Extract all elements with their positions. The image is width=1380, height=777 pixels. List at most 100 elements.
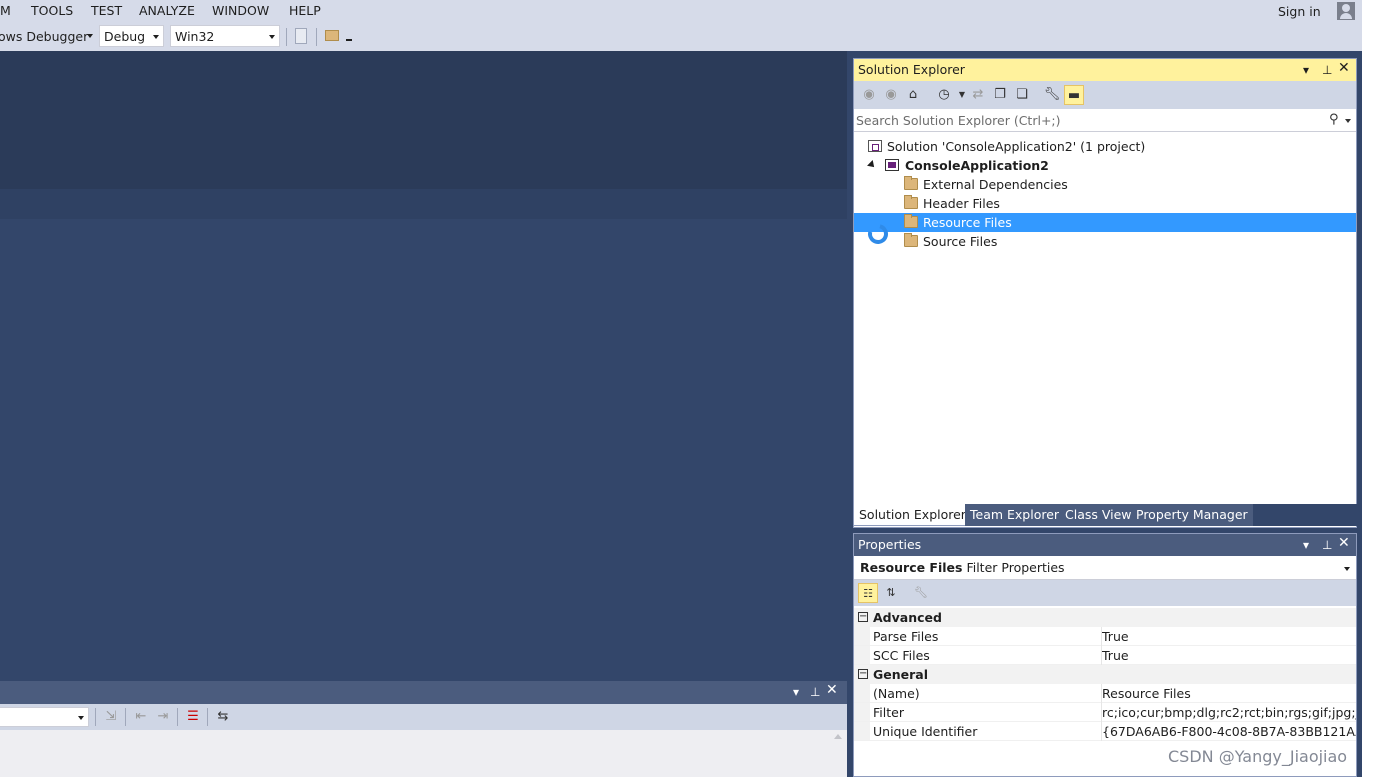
- alphabetical-sort-icon[interactable]: ⇅: [881, 583, 901, 603]
- property-row-parse-files[interactable]: Parse Files True: [854, 627, 1356, 646]
- solution-explorer-title-bar[interactable]: Solution Explorer ▾ ⊥ ✕: [854, 59, 1356, 81]
- category-advanced[interactable]: − Advanced: [854, 608, 1356, 627]
- toolbar-separator: [125, 708, 126, 726]
- toggle-word-wrap-icon[interactable]: ⇆: [213, 707, 233, 727]
- clear-all-icon[interactable]: ☰: [183, 707, 203, 727]
- chevron-down-icon[interactable]: [1345, 119, 1351, 123]
- output-source-combo[interactable]: [0, 707, 89, 727]
- toolbar-separator: [177, 708, 178, 726]
- window-border: [1362, 0, 1380, 777]
- chevron-down-icon[interactable]: [1344, 567, 1350, 571]
- pin-icon[interactable]: ⊥: [1322, 538, 1332, 552]
- properties-object-type: Filter Properties: [966, 560, 1065, 575]
- find-in-files-icon[interactable]: [325, 30, 339, 41]
- properties-object-selector[interactable]: Resource Files Filter Properties: [854, 556, 1356, 580]
- scroll-up-icon[interactable]: [834, 734, 842, 739]
- solution-explorer-search-box[interactable]: ⚲: [854, 109, 1356, 132]
- tab-team-explorer[interactable]: Team Explorer: [965, 504, 1065, 526]
- debugger-dropdown-icon[interactable]: [87, 34, 93, 38]
- property-value[interactable]: {67DA6AB6-F800-4c08-8B7A-83BB121AAD01}: [1101, 722, 1356, 741]
- next-message-icon[interactable]: ⇥: [153, 707, 173, 727]
- row-gutter: [854, 646, 870, 664]
- forward-icon[interactable]: ◉: [881, 85, 901, 105]
- categorized-icon[interactable]: ☷: [858, 583, 878, 603]
- close-icon[interactable]: ✕: [1338, 536, 1350, 550]
- expanded-arrow-icon[interactable]: [867, 160, 877, 170]
- property-value[interactable]: True: [1101, 627, 1356, 646]
- solution-config-combo[interactable]: Debug: [99, 25, 164, 47]
- properties-wrench-icon[interactable]: 🔧︎: [1042, 85, 1062, 105]
- window-position-dropdown-icon[interactable]: ▾: [1303, 538, 1309, 552]
- category-label: Advanced: [873, 610, 942, 625]
- tree-item-solution[interactable]: Solution 'ConsoleApplication2' (1 projec…: [854, 137, 1356, 156]
- collapse-all-icon[interactable]: ❐: [990, 85, 1010, 105]
- window-position-dropdown-icon[interactable]: ▾: [1303, 63, 1309, 77]
- property-row-name[interactable]: (Name) Resource Files: [854, 684, 1356, 703]
- preview-selected-items-icon[interactable]: ▬: [1064, 85, 1084, 105]
- sync-icon[interactable]: ⇄: [968, 85, 988, 105]
- pending-changes-filter-icon[interactable]: ◷: [934, 85, 954, 105]
- pin-icon[interactable]: ⊥: [1322, 63, 1332, 77]
- properties-title-bar[interactable]: Properties ▾ ⊥ ✕: [854, 534, 1356, 556]
- property-key: Filter: [873, 705, 904, 720]
- toolbar-separator: [207, 708, 208, 726]
- menu-item-team[interactable]: M: [0, 3, 11, 18]
- tab-class-view[interactable]: Class View: [1060, 504, 1137, 526]
- property-row-filter[interactable]: Filter rc;ico;cur;bmp;dlg;rc2;rct;bin;rg…: [854, 703, 1356, 722]
- solution-explorer-panel: Solution Explorer ▾ ⊥ ✕ ◉ ◉ ⌂ ◷ ▼ ⇄ ❐ ❏ …: [853, 58, 1357, 528]
- property-pages-wrench-icon[interactable]: 🔧︎: [911, 583, 931, 603]
- folder-icon: [904, 176, 918, 190]
- collapse-icon[interactable]: −: [858, 669, 868, 679]
- close-icon[interactable]: ✕: [1338, 61, 1350, 75]
- tree-item-header-files[interactable]: Header Files: [854, 194, 1356, 213]
- platform-combo[interactable]: Win32: [170, 25, 280, 47]
- menu-item-tools[interactable]: TOOLS: [31, 3, 73, 18]
- editor-area[interactable]: [0, 51, 847, 681]
- folder-icon: [904, 195, 918, 209]
- menu-item-window[interactable]: WINDOW: [212, 3, 269, 18]
- output-toolbar: ⇲ ⇤ ⇥ ☰ ⇆: [0, 704, 847, 730]
- toolbar-separator: [316, 28, 317, 46]
- category-general[interactable]: − General: [854, 665, 1356, 684]
- property-value[interactable]: rc;ico;cur;bmp;dlg;rc2;rct;bin;rgs;gif;j…: [1101, 703, 1356, 722]
- tree-item-label: Resource Files: [923, 215, 1012, 230]
- menu-item-help[interactable]: HELP: [289, 3, 321, 18]
- attach-icon[interactable]: [295, 28, 307, 44]
- row-gutter: [854, 703, 870, 721]
- tab-property-manager[interactable]: Property Manager: [1131, 504, 1253, 526]
- properties-object-name: Resource Files: [860, 560, 963, 575]
- chevron-down-icon: [269, 35, 275, 39]
- tree-item-label: External Dependencies: [923, 177, 1068, 192]
- pin-icon[interactable]: ⊥: [810, 685, 820, 699]
- debugger-target-label[interactable]: ows Debugger: [0, 29, 88, 44]
- menu-item-test[interactable]: TEST: [91, 3, 122, 18]
- property-row-unique-identifier[interactable]: Unique Identifier {67DA6AB6-F800-4c08-8B…: [854, 722, 1356, 741]
- tab-solution-explorer[interactable]: Solution Explorer: [853, 504, 972, 526]
- back-icon[interactable]: ◉: [859, 85, 879, 105]
- window-position-dropdown-icon[interactable]: ▾: [793, 685, 799, 699]
- user-avatar-icon[interactable]: [1337, 2, 1355, 20]
- tree-item-external-dependencies[interactable]: External Dependencies: [854, 175, 1356, 194]
- property-row-scc-files[interactable]: SCC Files True: [854, 646, 1356, 665]
- property-value[interactable]: True: [1101, 646, 1356, 665]
- toolbar-overflow-icon[interactable]: [346, 39, 352, 41]
- output-title-bar[interactable]: ▾ ⊥ ✕: [0, 681, 847, 704]
- menu-item-analyze[interactable]: ANALYZE: [139, 3, 195, 18]
- show-all-files-icon[interactable]: ❏: [1012, 85, 1032, 105]
- find-message-icon[interactable]: ⇲: [101, 707, 121, 727]
- output-text-area[interactable]: [0, 730, 847, 777]
- collapse-icon[interactable]: −: [858, 612, 868, 622]
- tree-item-resource-files[interactable]: Resource Files: [854, 213, 1356, 232]
- search-input[interactable]: [856, 111, 1316, 129]
- property-key: Unique Identifier: [873, 724, 978, 739]
- property-value[interactable]: Resource Files: [1101, 684, 1356, 703]
- menu-bar: M TOOLS TEST ANALYZE WINDOW HELP Sign in: [0, 0, 1362, 22]
- sign-in-link[interactable]: Sign in: [1278, 4, 1321, 19]
- editor-band: [0, 189, 847, 219]
- close-icon[interactable]: ✕: [826, 683, 838, 697]
- tree-item-project[interactable]: ConsoleApplication2: [854, 156, 1356, 175]
- tree-item-source-files[interactable]: Source Files: [854, 232, 1356, 251]
- home-icon[interactable]: ⌂: [903, 85, 923, 105]
- previous-message-icon[interactable]: ⇤: [131, 707, 151, 727]
- search-icon[interactable]: ⚲: [1329, 112, 1339, 127]
